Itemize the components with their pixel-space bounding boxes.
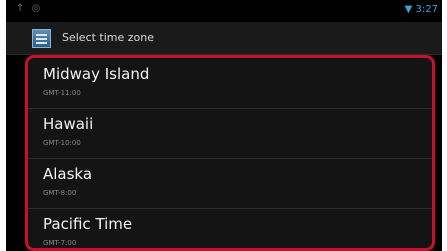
status-indicators: ▼ 3:27 — [405, 4, 438, 15]
status-bar: ↑ ◎ ▼ 3:27 — [6, 0, 442, 22]
highlight-frame — [25, 55, 435, 251]
notification-icons: ↑ ◎ — [16, 3, 43, 14]
status-time: 3:27 — [415, 4, 438, 15]
dialog-title-bar: Select time zone — [6, 22, 442, 55]
time-zone-icon — [32, 29, 51, 48]
dialog-title: Select time zone — [62, 31, 155, 44]
wifi-icon: ▼ — [404, 4, 413, 15]
